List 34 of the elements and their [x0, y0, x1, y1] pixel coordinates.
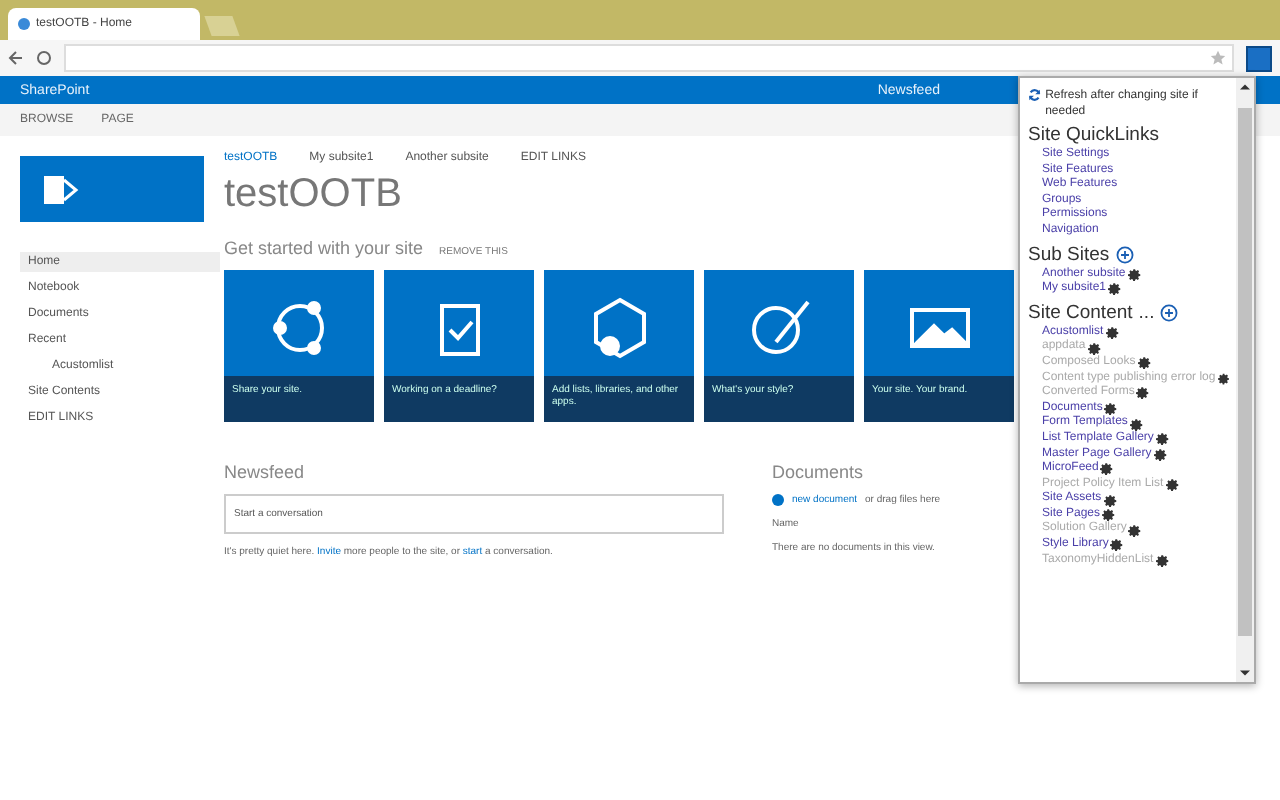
gear-icon[interactable] — [1104, 402, 1119, 417]
back-icon[interactable] — [8, 50, 24, 66]
star-icon[interactable] — [1210, 50, 1226, 66]
gear-icon[interactable] — [1105, 326, 1120, 341]
gear-icon[interactable] — [1100, 462, 1115, 477]
gear-icon[interactable] — [1102, 508, 1117, 523]
scrollbar[interactable] — [1236, 78, 1254, 682]
gear-icon[interactable] — [1165, 477, 1180, 492]
gear-icon[interactable] — [1103, 493, 1118, 508]
scroll-down-icon[interactable] — [1240, 668, 1250, 678]
gear-icon[interactable] — [1129, 417, 1144, 432]
gear-icon[interactable] — [1217, 371, 1230, 386]
scroll-up-icon[interactable] — [1240, 82, 1250, 92]
extension-icon[interactable] — [1246, 45, 1272, 71]
gear-icon[interactable] — [1108, 282, 1123, 297]
gear-icon[interactable] — [1087, 341, 1102, 356]
more-button[interactable]: ... — [1138, 301, 1155, 324]
gear-icon[interactable] — [1127, 267, 1142, 282]
site-title: testOOTB — [224, 172, 402, 218]
refresh-icon[interactable] — [1028, 88, 1042, 102]
section-heading: Site Content — [1028, 301, 1133, 324]
gear-icon[interactable] — [1110, 538, 1125, 553]
gear-icon[interactable] — [1153, 447, 1168, 462]
gear-icon[interactable] — [1155, 432, 1170, 447]
section-heading: Newsfeed — [224, 462, 307, 482]
section-heading: Site QuickLinks — [1028, 124, 1159, 146]
section-heading: Get started with your site — [224, 238, 424, 258]
section-heading: Documents — [772, 462, 866, 482]
gear-icon[interactable] — [1155, 553, 1170, 568]
gear-icon[interactable] — [1136, 386, 1151, 401]
reload-icon[interactable] — [36, 50, 52, 66]
section-heading: Sub Sites — [1028, 243, 1110, 266]
gear-icon[interactable] — [1137, 356, 1152, 371]
gear-icon[interactable] — [1128, 523, 1143, 538]
